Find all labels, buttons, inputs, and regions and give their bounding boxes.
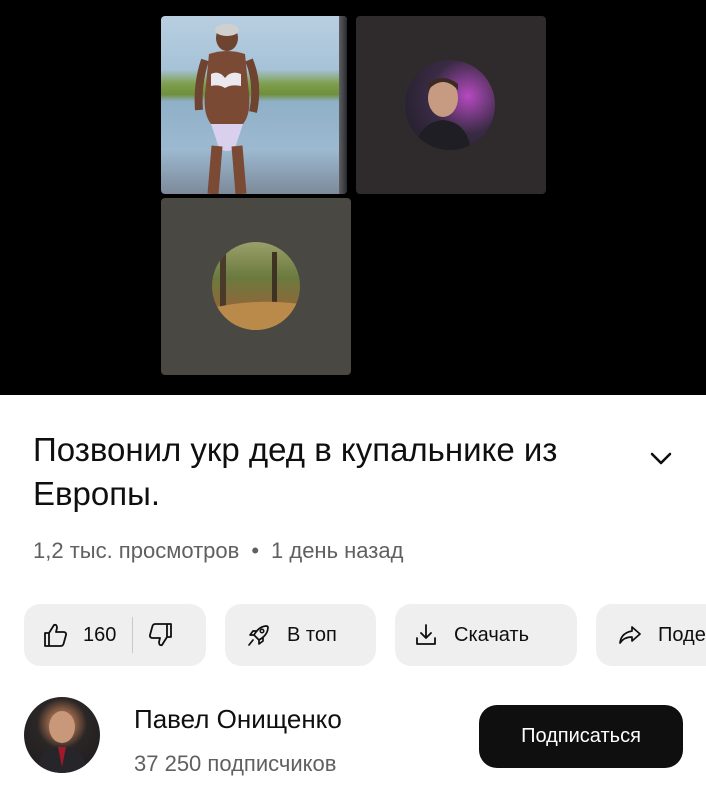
- upload-age: 1 день назад: [271, 538, 404, 563]
- dislike-button[interactable]: [133, 604, 175, 666]
- channel-avatar[interactable]: [24, 697, 100, 773]
- man-avatar-icon: [405, 60, 495, 150]
- tile-edge: [339, 16, 347, 194]
- like-dislike-group: 160: [24, 604, 206, 666]
- subscribe-button[interactable]: Подписаться: [479, 705, 683, 768]
- download-label: Скачать: [454, 623, 529, 646]
- top-button[interactable]: В топ: [225, 604, 376, 666]
- download-button[interactable]: Скачать: [395, 604, 577, 666]
- chevron-down-icon[interactable]: [647, 446, 675, 470]
- video-title-block[interactable]: Позвонил укр дед в купальнике из Европы.: [33, 428, 613, 516]
- video-meta: 1,2 тыс. просмотров • 1 день назад: [33, 538, 403, 564]
- channel-name[interactable]: Павел Онищенко: [134, 704, 342, 735]
- share-button[interactable]: Поде: [596, 604, 706, 666]
- forest-avatar-icon: [212, 242, 300, 330]
- participant-3-tile: [161, 198, 351, 375]
- thumbs-down-icon: [147, 621, 175, 649]
- like-button[interactable]: 160: [24, 604, 116, 666]
- video-title: Позвонил укр дед в купальнике из Европы.: [33, 431, 558, 512]
- share-label: Поде: [658, 623, 706, 646]
- meta-separator: •: [251, 538, 260, 563]
- share-icon: [616, 621, 644, 649]
- view-count: 1,2 тыс. просмотров: [33, 538, 240, 563]
- download-icon: [412, 621, 440, 649]
- action-bar: 160 В топ Скачать Поде: [24, 604, 706, 666]
- video-player[interactable]: [0, 0, 706, 395]
- subscriber-count: 37 250 подписчиков: [134, 751, 337, 776]
- participant-2-tile: [356, 16, 546, 194]
- like-count: 160: [83, 623, 117, 646]
- main-participant-tile: [161, 16, 347, 194]
- top-label: В топ: [287, 623, 337, 646]
- thumbs-up-icon: [41, 621, 69, 649]
- person-in-swimsuit-image: [194, 24, 260, 194]
- rocket-icon: [245, 621, 273, 649]
